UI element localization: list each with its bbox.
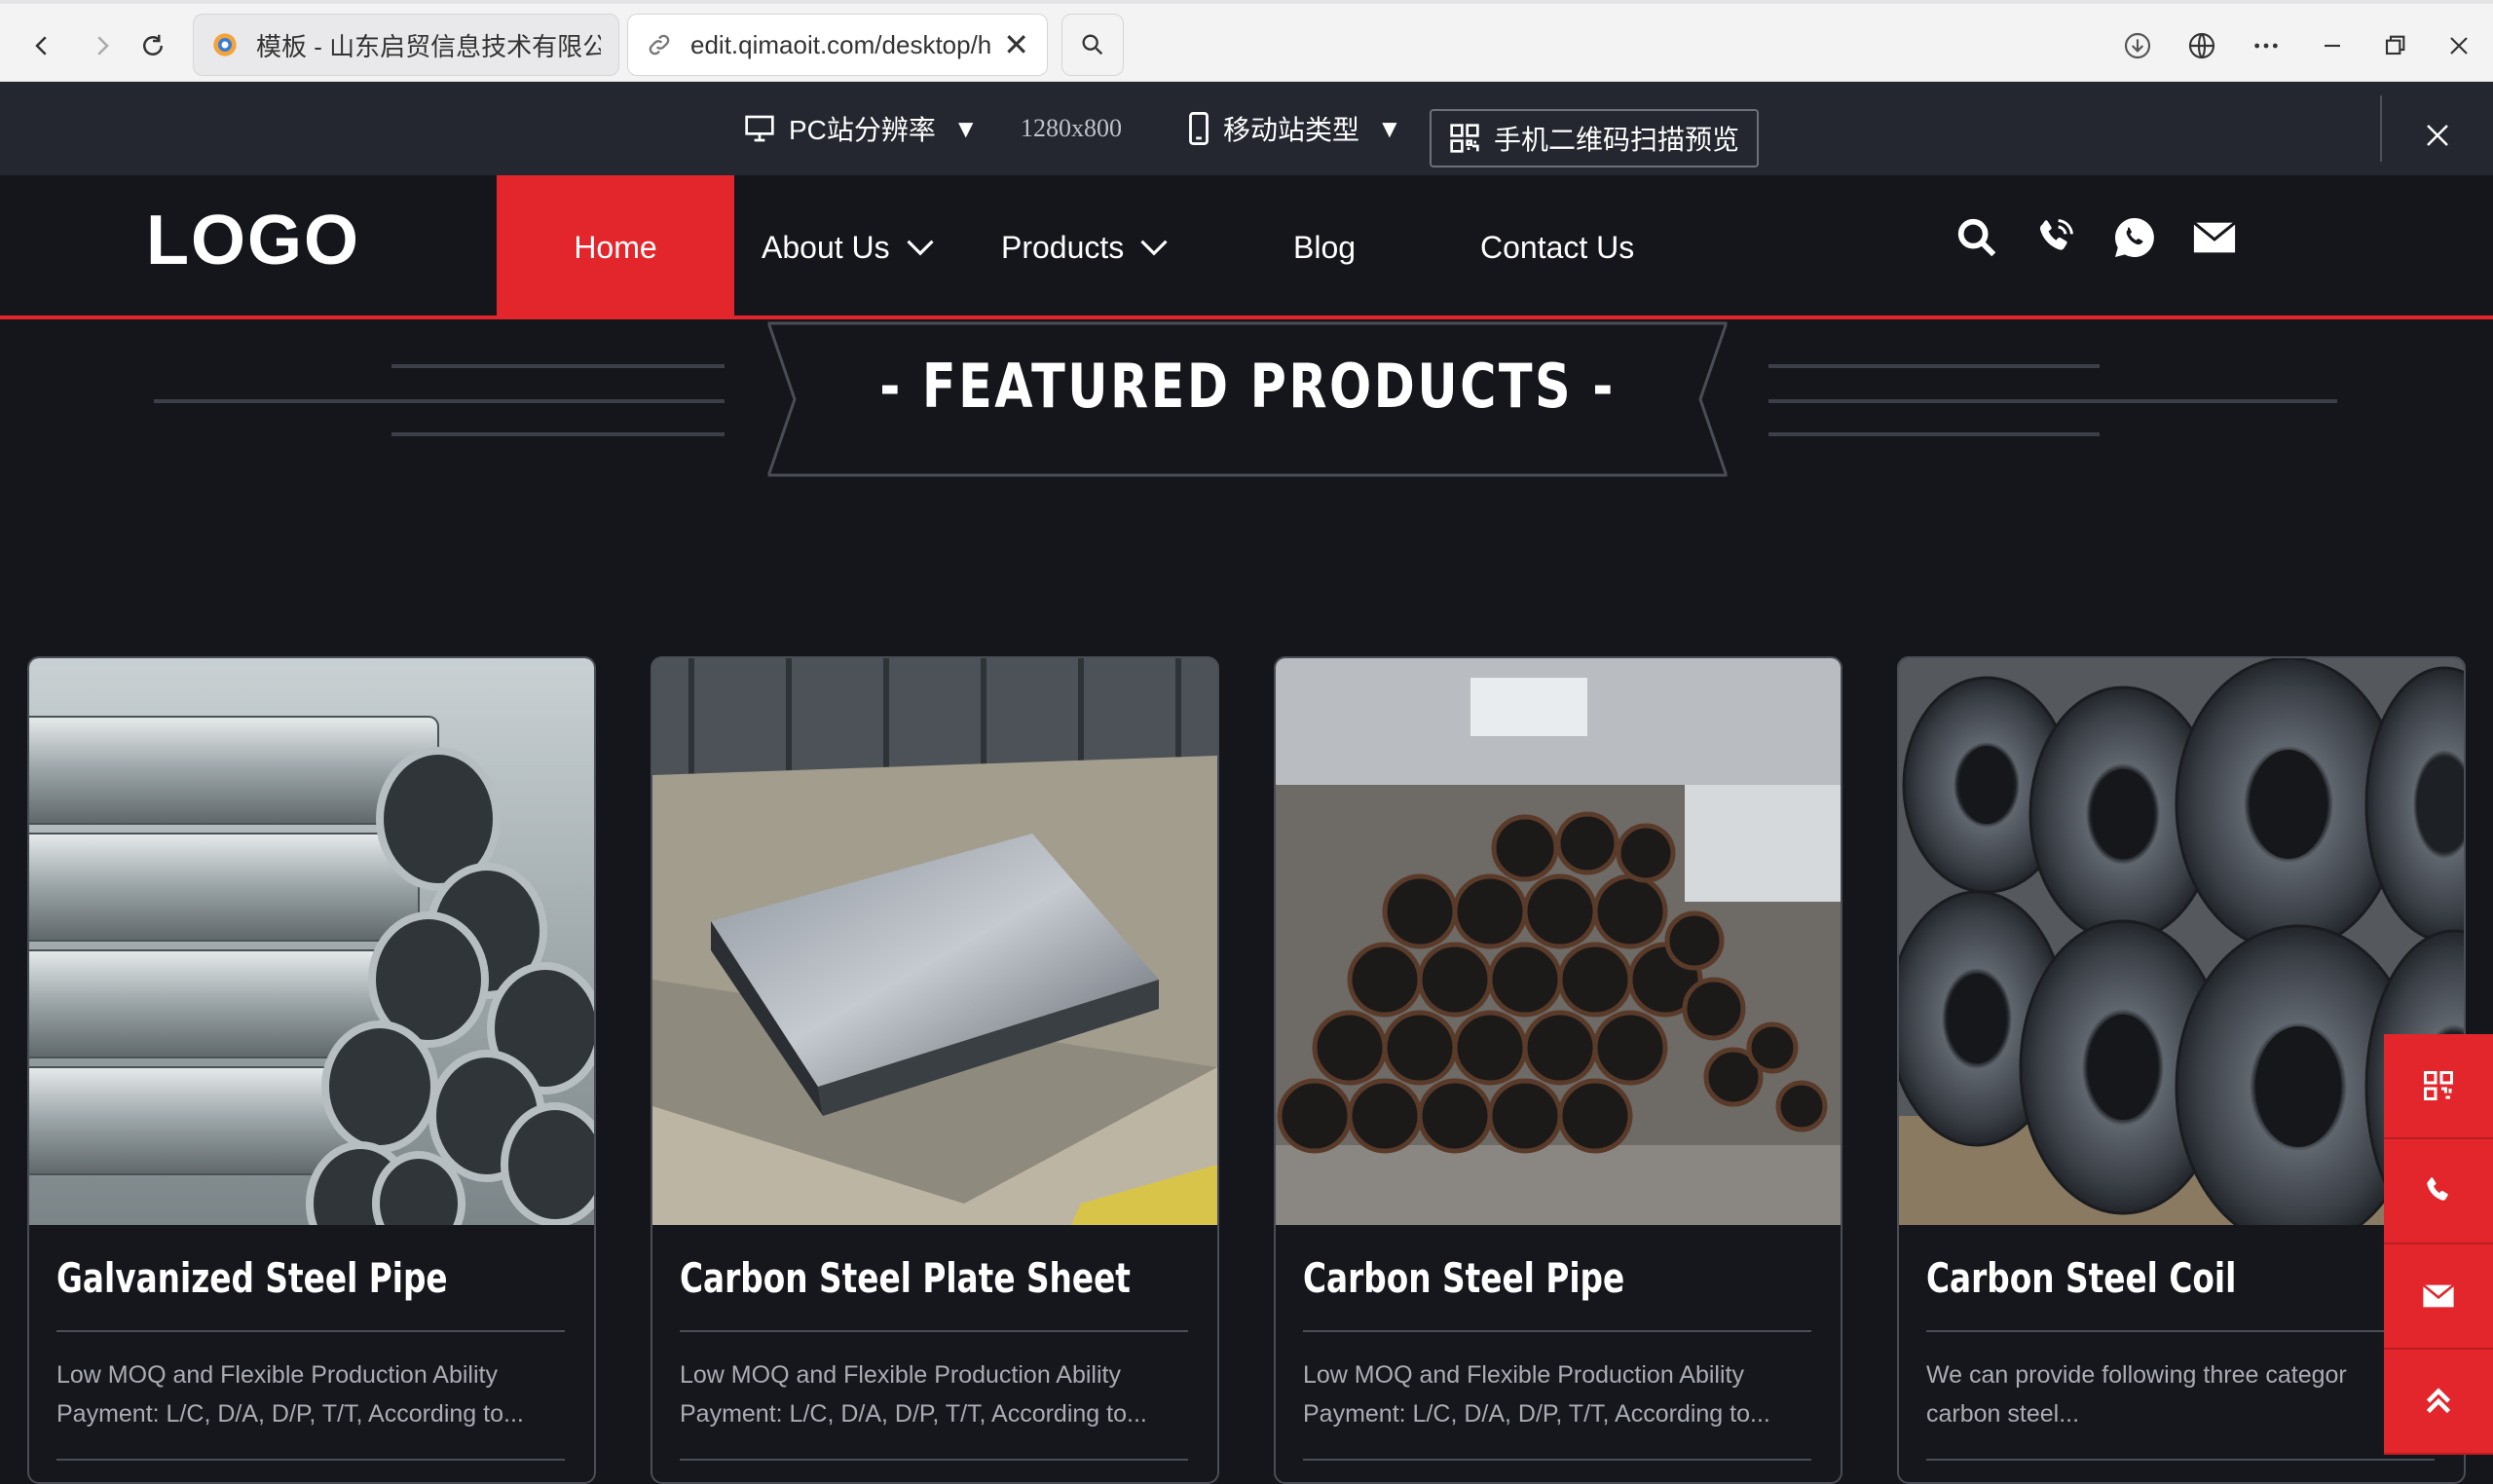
product-desc-line: Payment: L/C, D/A, D/P, T/T, According t… bbox=[1303, 1400, 1770, 1428]
divider bbox=[56, 1459, 565, 1461]
nav-contact-us[interactable]: Contact Us bbox=[1480, 175, 1634, 319]
nav-products-label: Products bbox=[1001, 229, 1125, 265]
tab-url: edit.qimaoit.com/desktop/h bbox=[690, 29, 992, 59]
tab-title: 模板 - 山东启贸信息技术有限公司 bbox=[256, 31, 601, 61]
nav-products[interactable]: Products bbox=[1001, 175, 1169, 319]
decor-line bbox=[154, 399, 725, 403]
product-image[interactable] bbox=[1899, 658, 2464, 1225]
download-icon[interactable] bbox=[2115, 23, 2160, 68]
decor-line bbox=[391, 432, 725, 436]
product-image[interactable] bbox=[652, 658, 1217, 1225]
site-favicon-icon bbox=[213, 33, 237, 56]
featured-products-heading: - FEATURED PRODUCTS - bbox=[0, 321, 2493, 477]
site-logo[interactable]: LOGO bbox=[146, 201, 360, 280]
restore-icon[interactable] bbox=[2372, 23, 2417, 68]
mobile-type-dropdown[interactable]: 移动站类型 ▼ bbox=[1188, 82, 1402, 175]
site-header: LOGO Home About Us Products Blog Contact… bbox=[0, 175, 2493, 319]
resolution-value: 1280x800 bbox=[1021, 114, 1122, 142]
forward-icon[interactable] bbox=[80, 23, 125, 68]
product-title[interactable]: Carbon Steel Plate Sheet bbox=[680, 1254, 1131, 1302]
search-icon[interactable] bbox=[1061, 14, 1124, 76]
product-card[interactable]: Carbon Steel Coil We can provide followi… bbox=[1897, 656, 2466, 1484]
phone-device-icon bbox=[1189, 112, 1209, 145]
monitor-icon bbox=[745, 115, 774, 142]
product-card[interactable]: Galvanized Steel Pipe Low MOQ and Flexib… bbox=[27, 656, 596, 1484]
product-desc-line: Low MOQ and Flexible Production Ability bbox=[1303, 1361, 1744, 1389]
product-description: We can provide following three categor c… bbox=[1926, 1355, 2452, 1433]
chevron-down-icon bbox=[907, 240, 934, 256]
float-mail-icon[interactable] bbox=[2384, 1244, 2493, 1350]
decor-line bbox=[1768, 399, 2337, 403]
product-title[interactable]: Carbon Steel Pipe bbox=[1303, 1254, 1624, 1302]
refresh-icon[interactable] bbox=[130, 23, 175, 68]
nav-home-label: Home bbox=[574, 229, 657, 265]
globe-icon[interactable] bbox=[2179, 23, 2224, 68]
product-title[interactable]: Galvanized Steel Pipe bbox=[56, 1254, 448, 1302]
browser-toolbar: 模板 - 山东启贸信息技术有限公司 edit.qimaoit.com/deskt… bbox=[0, 0, 2493, 82]
nav-about-label: About Us bbox=[762, 229, 890, 265]
nav-blog-label: Blog bbox=[1293, 229, 1357, 265]
pc-resolution-dropdown[interactable]: PC站分辨率 ▼ bbox=[744, 82, 979, 175]
browser-tab-editor[interactable]: edit.qimaoit.com/desktop/h ✕ bbox=[627, 14, 1048, 76]
nav-about-us[interactable]: About Us bbox=[762, 175, 935, 319]
mail-icon[interactable] bbox=[2189, 212, 2240, 263]
decor-line bbox=[1768, 432, 2100, 436]
divider bbox=[1303, 1459, 1811, 1461]
decor-line bbox=[391, 364, 725, 368]
divider bbox=[1926, 1459, 2435, 1461]
divider bbox=[680, 1330, 1188, 1332]
product-desc-line: Payment: L/C, D/A, D/P, T/T, According t… bbox=[56, 1400, 524, 1428]
more-icon[interactable] bbox=[2244, 23, 2288, 68]
minimize-icon[interactable] bbox=[2310, 23, 2355, 68]
divider bbox=[680, 1459, 1188, 1461]
close-editor-icon[interactable] bbox=[2411, 109, 2464, 162]
divider bbox=[56, 1330, 565, 1332]
close-icon[interactable] bbox=[2437, 23, 2481, 68]
pc-resolution-label: PC站分辨率 bbox=[789, 115, 936, 145]
product-description: Low MOQ and Flexible Production Ability … bbox=[680, 1355, 1206, 1433]
product-desc-line: Low MOQ and Flexible Production Ability bbox=[56, 1361, 498, 1389]
product-image[interactable] bbox=[29, 658, 594, 1225]
product-desc-line: Low MOQ and Flexible Production Ability bbox=[680, 1361, 1121, 1389]
back-icon[interactable] bbox=[19, 23, 64, 68]
nav-contact-label: Contact Us bbox=[1480, 229, 1635, 265]
browser-tab-template[interactable]: 模板 - 山东启贸信息技术有限公司 bbox=[193, 14, 619, 76]
close-tab-icon[interactable]: ✕ bbox=[1003, 26, 1029, 63]
qr-preview-label: 手机二维码扫描预览 bbox=[1493, 125, 1739, 155]
caret-down-icon: ▼ bbox=[1377, 113, 1402, 143]
qr-code-icon bbox=[1450, 124, 1479, 153]
editor-toolbar: PC站分辨率 ▼ 1280x800 移动站类型 ▼ 手机二维码扫描预览 bbox=[0, 82, 2493, 175]
product-desc-line: We can provide following three categor bbox=[1926, 1361, 2347, 1389]
product-description: Low MOQ and Flexible Production Ability … bbox=[1303, 1355, 1829, 1433]
section-title: - FEATURED PRODUCTS - bbox=[879, 351, 1616, 422]
product-card[interactable]: Carbon Steel Pipe Low MOQ and Flexible P… bbox=[1274, 656, 1842, 1484]
decor-line bbox=[1768, 364, 2100, 368]
float-qr-code-icon[interactable] bbox=[2384, 1034, 2493, 1139]
product-desc-line: carbon steel... bbox=[1926, 1400, 2080, 1428]
link-icon bbox=[649, 34, 670, 56]
nav-home[interactable]: Home bbox=[497, 175, 734, 319]
toolbar-divider bbox=[2380, 95, 2382, 162]
site-search-icon[interactable] bbox=[1952, 212, 2002, 263]
mobile-type-label: 移动站类型 bbox=[1223, 115, 1360, 145]
scroll-to-top-chevron-up-icon[interactable] bbox=[2384, 1350, 2493, 1455]
chevron-down-icon bbox=[1140, 240, 1168, 256]
nav-blog[interactable]: Blog bbox=[1293, 175, 1356, 319]
phone-call-icon[interactable] bbox=[2029, 212, 2080, 263]
product-description: Low MOQ and Flexible Production Ability … bbox=[56, 1355, 582, 1433]
whatsapp-icon[interactable] bbox=[2109, 212, 2160, 263]
floating-contact-bar bbox=[2384, 1034, 2493, 1455]
divider bbox=[1926, 1330, 2435, 1332]
product-desc-line: Payment: L/C, D/A, D/P, T/T, According t… bbox=[680, 1400, 1147, 1428]
product-card[interactable]: Carbon Steel Plate Sheet Low MOQ and Fle… bbox=[651, 656, 1219, 1484]
product-title[interactable]: Carbon Steel Coil bbox=[1926, 1254, 2236, 1302]
product-image[interactable] bbox=[1276, 658, 1841, 1225]
float-phone-call-icon[interactable] bbox=[2384, 1139, 2493, 1244]
caret-down-icon: ▼ bbox=[952, 113, 979, 143]
divider bbox=[1303, 1330, 1811, 1332]
qr-preview-button[interactable]: 手机二维码扫描预览 bbox=[1430, 109, 1759, 167]
